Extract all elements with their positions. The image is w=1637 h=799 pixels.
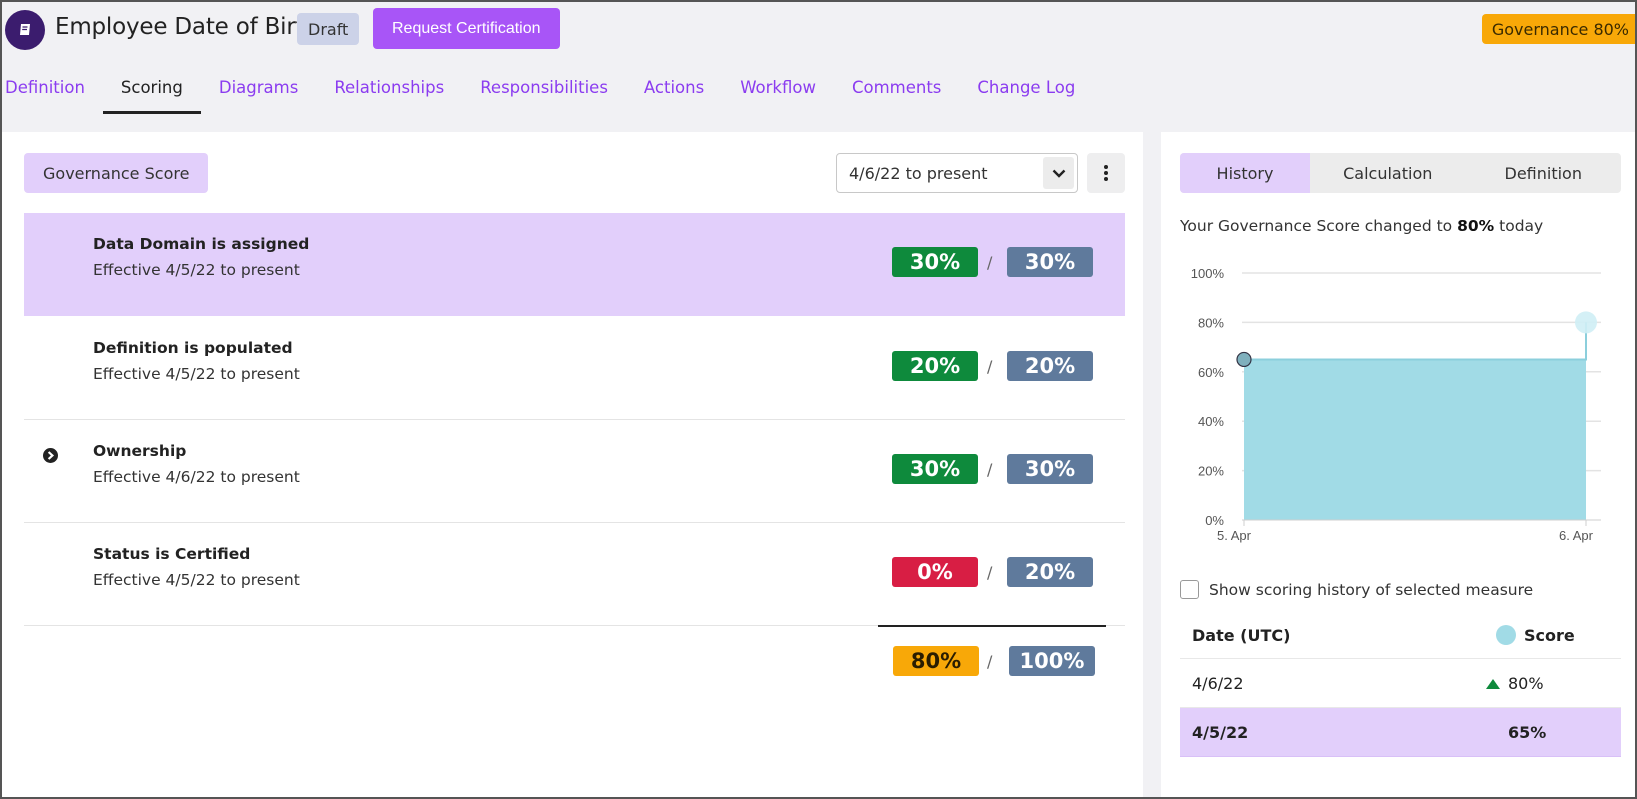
date-range-value: 4/6/22 to present	[849, 163, 988, 183]
more-options-icon[interactable]	[1087, 153, 1125, 193]
governance-score-chip[interactable]: Governance Score	[24, 153, 209, 193]
row-score: 65%	[1508, 723, 1547, 742]
measure-effective: Effective 4/5/22 to present	[93, 365, 300, 383]
trend-up-icon	[1486, 678, 1500, 689]
show-history-checkbox[interactable]	[1180, 580, 1199, 599]
tab-diagrams[interactable]: Diagrams	[201, 70, 316, 114]
y-tick-label: 40%	[1198, 414, 1224, 429]
total-score: 80%	[893, 646, 979, 676]
tab-definition[interactable]: Definition	[0, 70, 103, 114]
score-separator: /	[987, 253, 993, 272]
status-badge: Draft	[297, 13, 360, 45]
history-panel: History Calculation Definition Your Gove…	[1161, 132, 1637, 797]
measure-row[interactable]: Status is Certified Effective 4/5/22 to …	[24, 523, 1125, 626]
table-row[interactable]: 4/6/22 80%	[1180, 659, 1621, 708]
measure-max: 20%	[1007, 351, 1093, 381]
table-row[interactable]: 4/5/22 65%	[1180, 708, 1621, 757]
row-score: 80%	[1486, 674, 1544, 693]
y-tick-label: 60%	[1198, 365, 1224, 380]
measure-effective: Effective 4/5/22 to present	[93, 571, 300, 589]
measure-title: Status is Certified	[93, 545, 251, 563]
y-tick-label: 0%	[1205, 513, 1224, 528]
measure-row[interactable]: Ownership Effective 4/6/22 to present 30…	[24, 420, 1125, 523]
tab-scoring[interactable]: Scoring	[102, 70, 201, 114]
measure-effective: Effective 4/5/22 to present	[93, 261, 300, 279]
measure-score: 30%	[892, 247, 978, 277]
page-title: Employee Date of Birth	[55, 14, 319, 40]
tab-history[interactable]: History	[1180, 153, 1310, 193]
row-date: 4/5/22	[1192, 723, 1249, 742]
chart-svg: 0% 20% 40% 60% 80% 100% 5. Apr 6. Apr	[1191, 266, 1601, 543]
x-tick-label: 5. Apr	[1217, 528, 1252, 543]
chevron-down-icon[interactable]	[1043, 157, 1074, 189]
score-separator: /	[987, 460, 993, 479]
chevron-right-circle-icon[interactable]	[43, 448, 58, 463]
measure-score: 0%	[892, 557, 978, 587]
measure-max: 20%	[1007, 557, 1093, 587]
y-tick-label: 20%	[1198, 464, 1224, 479]
score-separator: /	[987, 652, 993, 671]
tab-responsibilities[interactable]: Responsibilities	[462, 70, 626, 114]
y-tick-label: 100%	[1191, 266, 1225, 281]
measure-title: Ownership	[93, 442, 187, 460]
data-point	[1236, 351, 1252, 368]
measure-max: 30%	[1007, 454, 1093, 484]
main-tabs: Definition Scoring Diagrams Relationship…	[0, 70, 1093, 114]
tab-change-log[interactable]: Change Log	[959, 70, 1093, 114]
x-tick-label: 6. Apr	[1559, 528, 1594, 543]
score-change-message: Your Governance Score changed to 80% tod…	[1180, 217, 1544, 235]
tab-workflow[interactable]: Workflow	[722, 70, 834, 114]
book-icon	[5, 10, 45, 50]
date-range-select[interactable]: 4/6/22 to present	[836, 153, 1078, 193]
measure-title: Data Domain is assigned	[93, 235, 310, 253]
date-column-header[interactable]: Date (UTC)	[1192, 626, 1290, 645]
tab-comments[interactable]: Comments	[834, 70, 959, 114]
measure-row[interactable]: Data Domain is assigned Effective 4/5/22…	[24, 213, 1125, 316]
score-history-chart: 0% 20% 40% 60% 80% 100% 5. Apr 6. Apr	[1161, 250, 1637, 554]
tab-measure-definition[interactable]: Definition	[1466, 153, 1622, 193]
header: Employee Date of Birth Draft Request Cer…	[0, 0, 1637, 60]
y-tick-label: 80%	[1198, 315, 1224, 330]
history-table: Date (UTC) Score 4/6/22 80% 4/5/22 65%	[1180, 611, 1621, 757]
measure-score: 20%	[892, 351, 978, 381]
history-tabs: History Calculation Definition	[1180, 153, 1621, 193]
score-legend-dot	[1496, 624, 1516, 645]
tab-actions[interactable]: Actions	[626, 70, 722, 114]
measure-row[interactable]: Definition is populated Effective 4/5/22…	[24, 317, 1125, 420]
tab-relationships[interactable]: Relationships	[316, 70, 462, 114]
table-header-row: Date (UTC) Score	[1180, 611, 1621, 659]
measure-score: 30%	[892, 454, 978, 484]
area-fill	[1244, 359, 1586, 520]
row-date: 4/6/22	[1192, 674, 1244, 693]
total-divider	[878, 625, 1106, 627]
request-certification-button[interactable]: Request Certification	[373, 8, 560, 49]
score-separator: /	[987, 357, 993, 376]
tab-calculation[interactable]: Calculation	[1310, 153, 1466, 193]
score-column-header[interactable]: Score	[1496, 624, 1575, 645]
total-max: 100%	[1009, 646, 1095, 676]
scoring-panel: Governance Score 4/6/22 to present Data …	[2, 132, 1143, 797]
show-history-label: Show scoring history of selected measure	[1209, 580, 1534, 599]
governance-score-badge[interactable]: Governance 80%	[1481, 14, 1637, 44]
data-point-highlight	[1575, 311, 1597, 334]
measure-title: Definition is populated	[93, 339, 293, 357]
series-line	[1244, 322, 1587, 361]
measure-max: 30%	[1007, 247, 1093, 277]
show-history-toggle[interactable]: Show scoring history of selected measure	[1180, 580, 1533, 599]
score-separator: /	[987, 563, 993, 582]
measure-effective: Effective 4/6/22 to present	[93, 468, 300, 486]
